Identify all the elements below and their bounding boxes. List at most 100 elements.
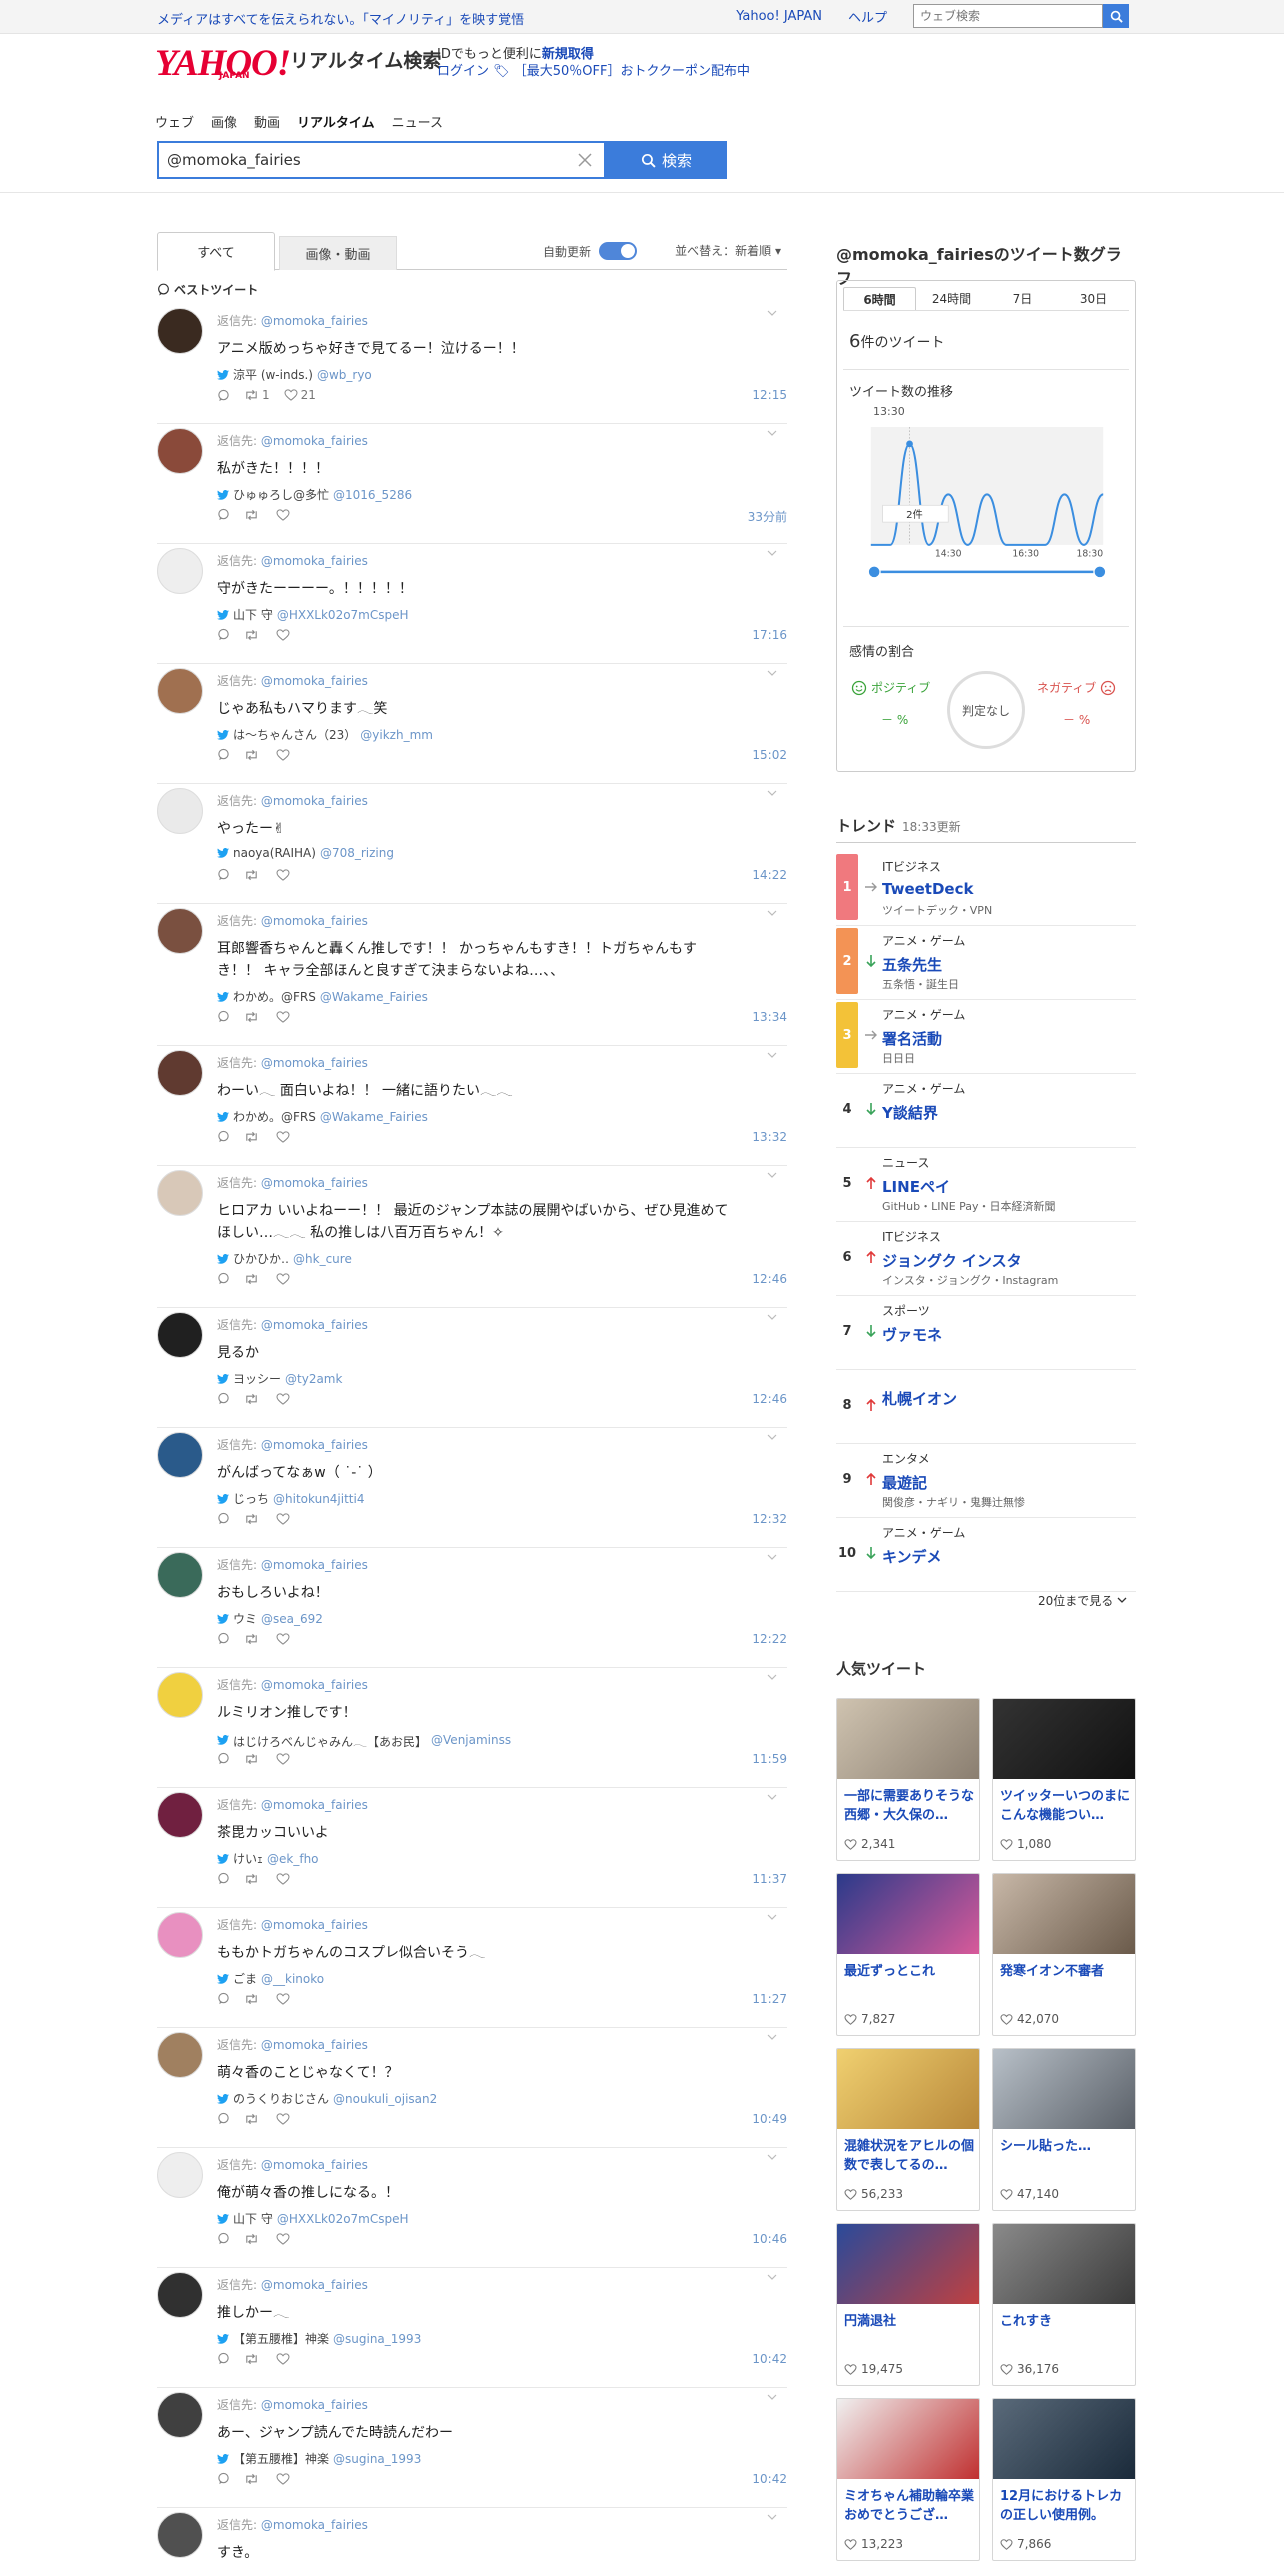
- popular-tweet-card[interactable]: 12月におけるトレカの正しい使用例。 7,866: [992, 2398, 1136, 2561]
- retweet-button[interactable]: [244, 2233, 262, 2245]
- card-image[interactable]: [993, 2224, 1135, 2304]
- reply-handle[interactable]: @momoka_fairies: [261, 2278, 368, 2292]
- card-title[interactable]: これすき: [1000, 2312, 1132, 2331]
- reply-handle[interactable]: @momoka_fairies: [261, 674, 368, 688]
- trend-item[interactable]: 3 アニメ・ゲーム 署名活動 日日日: [836, 1000, 1136, 1074]
- trend-keyword[interactable]: Y談結界: [882, 1102, 938, 1123]
- avatar[interactable]: [157, 1672, 203, 1718]
- card-image[interactable]: [993, 2399, 1135, 2479]
- avatar[interactable]: [157, 2272, 203, 2318]
- yahoo-japan-link[interactable]: Yahoo! JAPAN: [736, 9, 822, 24]
- avatar[interactable]: [157, 1050, 203, 1096]
- reply-button[interactable]: [217, 1130, 230, 1143]
- chevron-down-icon[interactable]: [767, 670, 777, 676]
- chevron-down-icon[interactable]: [767, 1674, 777, 1680]
- tweet-item[interactable]: 返信先: @momoka_fairies 見るか ヨッシー @ty2amk 12…: [157, 1308, 787, 1428]
- top-tagline-link[interactable]: メディアはすべてを伝えられない。「マイノリティ」を映す覚悟: [157, 9, 524, 28]
- tweet-time[interactable]: 13:32: [752, 1130, 787, 1144]
- trend-keyword[interactable]: 最遊記: [882, 1472, 927, 1493]
- tweet-author[interactable]: 【第五腰椎】神楽 @sugina_1993: [217, 2450, 421, 2467]
- trend-item[interactable]: 1 ITビジネス TweetDeck ツイートデック・VPN: [836, 852, 1136, 926]
- chevron-down-icon[interactable]: [767, 1434, 777, 1440]
- sort-select[interactable]: 並べ替え：新着順 ▾: [675, 242, 781, 259]
- reply-button[interactable]: [217, 389, 230, 402]
- nav-news[interactable]: ニュース: [392, 112, 443, 131]
- reply-button[interactable]: [217, 2352, 230, 2365]
- like-button[interactable]: [276, 748, 293, 761]
- tweet-author[interactable]: わかめ。@FRS @Wakame_Fairies: [217, 988, 428, 1005]
- tweet-author[interactable]: ヨッシー @ty2amk: [217, 1370, 342, 1387]
- tweet-item[interactable]: 返信先: @momoka_fairies 守がきたーーーー。！！！！！ 山下 守…: [157, 544, 787, 664]
- tweet-time[interactable]: 10:42: [752, 2352, 787, 2366]
- chevron-down-icon[interactable]: [767, 2034, 777, 2040]
- tweet-time[interactable]: 12:46: [752, 1272, 787, 1286]
- tweet-author[interactable]: ごま @__kinoko: [217, 1970, 324, 1987]
- chevron-down-icon[interactable]: [767, 1314, 777, 1320]
- trend-keyword[interactable]: LINEペイ: [882, 1176, 950, 1197]
- tweet-time[interactable]: 15:02: [752, 748, 787, 762]
- like-button[interactable]: [276, 1272, 293, 1285]
- avatar[interactable]: [157, 308, 203, 354]
- retweet-button[interactable]: [244, 1393, 262, 1405]
- popular-tweet-card[interactable]: ミオちゃん補助輪卒業おめでとうござ… 13,223: [836, 2398, 980, 2561]
- reply-button[interactable]: [217, 868, 230, 881]
- avatar[interactable]: [157, 1170, 203, 1216]
- tweet-item[interactable]: 返信先: @momoka_fairies 耳郎響香ちゃんと轟くん推しです！！ か…: [157, 904, 787, 1046]
- retweet-button[interactable]: [244, 2113, 262, 2125]
- tweet-author[interactable]: ひかひか‥ @hk_cure: [217, 1250, 352, 1267]
- reply-button[interactable]: [217, 1872, 230, 1885]
- service-title[interactable]: リアルタイム検索: [290, 46, 441, 73]
- card-title[interactable]: ツイッターいつのまにこんな機能つい…: [1000, 1787, 1132, 1825]
- tweet-item[interactable]: 返信先: @momoka_fairies ヒロアカ いいよねーー！！ 最近のジャ…: [157, 1166, 787, 1308]
- chevron-down-icon[interactable]: [767, 1914, 777, 1920]
- retweet-button[interactable]: [244, 1513, 262, 1525]
- trend-item[interactable]: 7 スポーツ ヴァモネ: [836, 1296, 1136, 1370]
- popular-tweet-card[interactable]: シール貼った… 47,140: [992, 2048, 1136, 2211]
- tweet-time[interactable]: 11:27: [752, 1992, 787, 2006]
- tweet-item[interactable]: 返信先: @momoka_fairies 茶毘カッコいいよ けいｪ @ek_fh…: [157, 1788, 787, 1908]
- tweet-item[interactable]: 返信先: @momoka_fairies あー、ジャンプ読んでた時読んだわー 【…: [157, 2388, 787, 2508]
- like-button[interactable]: [276, 2112, 293, 2125]
- trend-item[interactable]: 6 ITビジネス ジョングク インスタ インスタ・ジョングク・Instagram: [836, 1222, 1136, 1296]
- card-image[interactable]: [837, 1874, 979, 1954]
- tweet-time[interactable]: 12:32: [752, 1512, 787, 1526]
- card-title[interactable]: 一部に需要ありそうな西郷・大久保の…: [844, 1787, 976, 1825]
- retweet-button[interactable]: [244, 1753, 262, 1765]
- chevron-down-icon[interactable]: [767, 430, 777, 436]
- graph-tab-7d[interactable]: 7日: [987, 287, 1058, 310]
- avatar[interactable]: [157, 1912, 203, 1958]
- tweet-item[interactable]: 返信先: @momoka_fairies ルミリオン推しです！ はじけろべんじゃ…: [157, 1668, 787, 1788]
- chevron-down-icon[interactable]: [767, 310, 777, 316]
- chevron-down-icon[interactable]: [767, 1794, 777, 1800]
- tweet-item[interactable]: 返信先: @momoka_fairies 私がきた！！！！ ひゅゅろし@多忙 @…: [157, 424, 787, 544]
- trend-item[interactable]: 2 アニメ・ゲーム 五条先生 五条悟・誕生日: [836, 926, 1136, 1000]
- reply-handle[interactable]: @momoka_fairies: [261, 314, 368, 328]
- chevron-down-icon[interactable]: [767, 2514, 777, 2520]
- avatar[interactable]: [157, 2032, 203, 2078]
- trend-keyword[interactable]: キンデメ: [882, 1546, 942, 1567]
- tweet-author[interactable]: のうくりおじさん @noukuli_ojisan2: [217, 2090, 437, 2107]
- avatar[interactable]: [157, 1552, 203, 1598]
- retweet-button[interactable]: [244, 749, 262, 761]
- nav-web[interactable]: ウェブ: [155, 112, 194, 131]
- reply-handle[interactable]: @momoka_fairies: [261, 1056, 368, 1070]
- like-button[interactable]: [276, 628, 293, 641]
- top-web-search-input[interactable]: [913, 4, 1103, 28]
- card-image[interactable]: [837, 2399, 979, 2479]
- reply-handle[interactable]: @momoka_fairies: [261, 1176, 368, 1190]
- like-button[interactable]: [276, 1010, 293, 1023]
- retweet-button[interactable]: [244, 2353, 262, 2365]
- tweet-author[interactable]: 山下 守 @HXXLk02o7mCspeH: [217, 2210, 409, 2227]
- retweet-button[interactable]: [244, 1993, 262, 2005]
- reply-button[interactable]: [217, 2472, 230, 2485]
- avatar[interactable]: [157, 2512, 203, 2558]
- nav-realtime[interactable]: リアルタイム: [297, 112, 375, 131]
- like-button[interactable]: [276, 2472, 293, 2485]
- avatar[interactable]: [157, 1432, 203, 1478]
- tweet-count-chart[interactable]: 2件 14:30 16:30 18:30: [849, 427, 1125, 587]
- tweet-author[interactable]: 山下 守 @HXXLk02o7mCspeH: [217, 606, 409, 623]
- trend-item[interactable]: 5 ニュース LINEペイ GitHub・LINE Pay・日本経済新聞: [836, 1148, 1136, 1222]
- reply-button[interactable]: [217, 1392, 230, 1405]
- chevron-down-icon[interactable]: [767, 550, 777, 556]
- graph-tab-24h[interactable]: 24時間: [916, 287, 987, 310]
